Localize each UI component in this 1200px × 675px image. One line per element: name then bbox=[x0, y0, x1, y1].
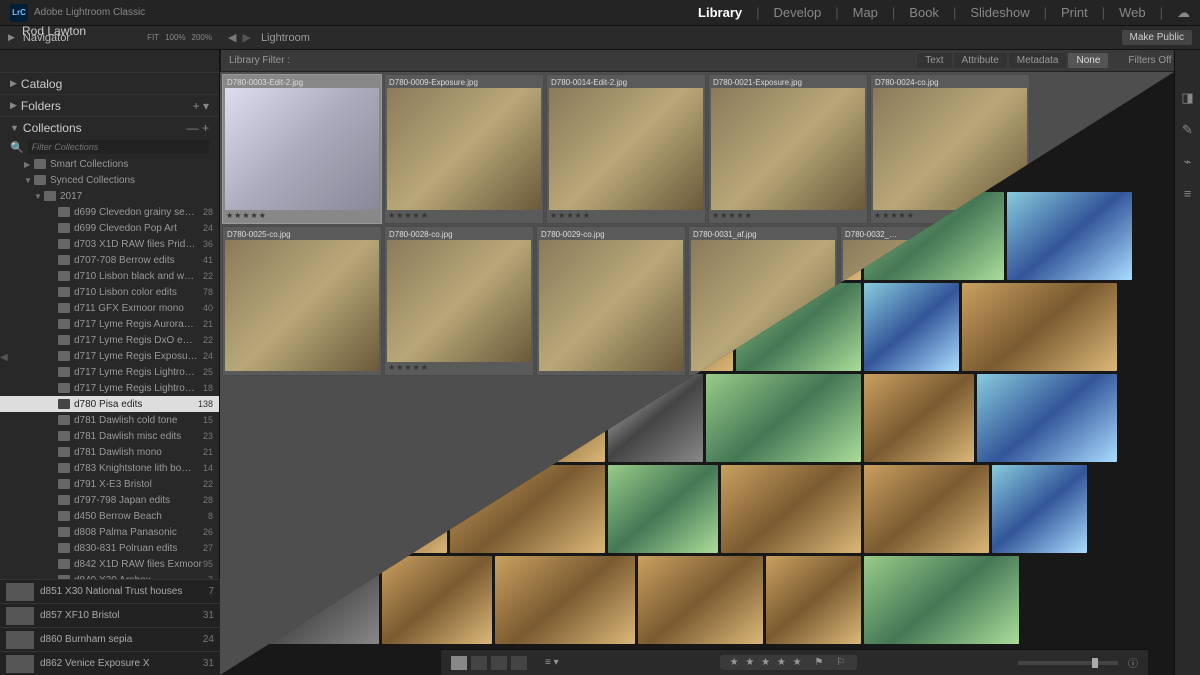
collection-item[interactable]: d781 Dawlish misc edits23 bbox=[0, 428, 219, 444]
info-icon[interactable]: ⓘ bbox=[1128, 655, 1138, 670]
crop-icon[interactable]: ✎ bbox=[1182, 122, 1193, 138]
collection-item[interactable]: d450 Berrow Beach8 bbox=[0, 508, 219, 524]
grid-view[interactable]: D780-0003-Edit-2.jpg★★★★★D780-0009-Expos… bbox=[220, 72, 1174, 675]
module-map[interactable]: Map bbox=[853, 5, 878, 20]
zoom-controls[interactable]: FIT 100% 200% bbox=[147, 33, 212, 42]
right-panel-collapsed[interactable]: ◨ ✎ ⌁ ≡ bbox=[1174, 50, 1200, 675]
compare-view-icon[interactable] bbox=[491, 656, 507, 670]
collection-item[interactable]: d717 Lyme Regis Lightro…25 bbox=[0, 364, 219, 380]
survey-view-icon[interactable] bbox=[511, 656, 527, 670]
histogram-icon[interactable]: ◨ bbox=[1181, 90, 1193, 106]
collection-item[interactable]: d717 Lyme Regis Exposu…24 bbox=[0, 348, 219, 364]
module-develop[interactable]: Develop bbox=[774, 5, 822, 20]
grid-view-icon[interactable] bbox=[451, 656, 467, 670]
filmstrip-collection-row[interactable]: d857 XF10 Bristol31 bbox=[0, 603, 220, 627]
title-bar: LrC Adobe Lightroom Classic Library| Dev… bbox=[0, 0, 1200, 26]
tree-year[interactable]: ▼2017 bbox=[0, 188, 219, 204]
add-folder-icon[interactable]: + ▾ bbox=[193, 99, 209, 113]
grid-cell[interactable]: D780-0025-co.jpg bbox=[222, 226, 382, 376]
thumbnail-size-slider[interactable] bbox=[1018, 661, 1118, 665]
collection-item[interactable]: d797-798 Japan edits28 bbox=[0, 492, 219, 508]
rating-bar[interactable]: ★ ★ ★ ★ ★ ⚑ ⚐ bbox=[720, 655, 857, 670]
app-logo: LrC bbox=[10, 4, 28, 22]
flag-reject-icon[interactable]: ⚐ bbox=[836, 657, 847, 668]
forward-icon[interactable]: ▶ bbox=[242, 31, 250, 44]
filmstrip-collections: d851 X30 National Trust houses7d857 XF10… bbox=[0, 579, 220, 675]
secondary-bar: ▶ Navigator FIT 100% 200% ◀ ▶ Lightroom … bbox=[0, 26, 1200, 50]
collection-item[interactable]: d717 Lyme Regis DxO e…22 bbox=[0, 332, 219, 348]
app-title: Adobe Lightroom Classic bbox=[34, 7, 145, 18]
folders-panel-header[interactable]: ▶Folders+ ▾ bbox=[0, 94, 219, 116]
make-public-button[interactable]: Make Public bbox=[1122, 30, 1192, 45]
filmstrip-collection-row[interactable]: d860 Burnham sepia24 bbox=[0, 627, 220, 651]
grid-toolbar: ≡ ▾ ★ ★ ★ ★ ★ ⚑ ⚐ ⓘ bbox=[441, 649, 1148, 675]
grid-cell[interactable]: D780-0003-Edit-2.jpg★★★★★ bbox=[222, 74, 382, 224]
module-library[interactable]: Library bbox=[698, 5, 742, 20]
collection-item[interactable]: d710 Lisbon black and w…22 bbox=[0, 268, 219, 284]
module-slideshow[interactable]: Slideshow bbox=[970, 5, 1029, 20]
collection-item[interactable]: d781 Dawlish mono21 bbox=[0, 444, 219, 460]
flag-pick-icon[interactable]: ⚑ bbox=[814, 657, 825, 668]
module-picker: Library| Develop| Map| Book| Slideshow| … bbox=[698, 5, 1190, 21]
collections-panel-header[interactable]: ▼Collections— + bbox=[0, 116, 219, 138]
loupe-view-icon[interactable] bbox=[471, 656, 487, 670]
module-book[interactable]: Book bbox=[909, 5, 939, 20]
collection-item[interactable]: d717 Lyme Regis Lightro…18 bbox=[0, 380, 219, 396]
filmstrip-collection-row[interactable]: d862 Venice Exposure X31 bbox=[0, 651, 220, 675]
collection-item[interactable]: d791 X-E3 Bristol22 bbox=[0, 476, 219, 492]
collapse-left-panel-icon[interactable]: ◀ bbox=[0, 338, 10, 378]
breadcrumb[interactable]: Lightroom bbox=[261, 32, 310, 44]
collections-search-input[interactable] bbox=[28, 140, 209, 154]
collection-item[interactable]: d710 Lisbon color edits78 bbox=[0, 284, 219, 300]
collection-item[interactable]: d842 X1D RAW files Exmoor95 bbox=[0, 556, 219, 572]
collection-item[interactable]: d781 Dawlish cold tone15 bbox=[0, 412, 219, 428]
collection-item[interactable]: d830-831 Polruan edits27 bbox=[0, 540, 219, 556]
grid-cell[interactable]: D780-0028-co.jpg★★★★★ bbox=[384, 226, 534, 376]
module-web[interactable]: Web bbox=[1119, 5, 1146, 20]
left-panel: ▶Catalog ▶Folders+ ▾ ▼Collections— + 🔍 ▶… bbox=[0, 50, 220, 675]
metadata-icon[interactable]: ≡ bbox=[1184, 186, 1192, 201]
view-mode-buttons[interactable] bbox=[451, 656, 527, 670]
module-print[interactable]: Print bbox=[1061, 5, 1088, 20]
catalog-panel-header[interactable]: ▶Catalog bbox=[0, 72, 219, 94]
collection-item[interactable]: d699 Clevedon Pop Art24 bbox=[0, 220, 219, 236]
tree-smart-collections[interactable]: ▶Smart Collections bbox=[0, 156, 219, 172]
filmstrip-collection-row[interactable]: d851 X30 National Trust houses7 bbox=[0, 579, 220, 603]
grid-cell[interactable]: D780-0009-Exposure.jpg★★★★★ bbox=[384, 74, 544, 224]
tree-synced-collections[interactable]: ▼Synced Collections bbox=[0, 172, 219, 188]
grid-cell[interactable]: D780-0014-Edit-2.jpg★★★★★ bbox=[546, 74, 706, 224]
search-icon: 🔍 bbox=[10, 141, 24, 154]
cloud-sync-icon[interactable]: ☁ bbox=[1177, 5, 1190, 21]
identity-plate: Rod Lawton bbox=[22, 24, 86, 38]
keywords-icon[interactable]: ⌁ bbox=[1184, 154, 1192, 170]
collection-item[interactable]: d717 Lyme Regis Aurora…21 bbox=[0, 316, 219, 332]
collection-item[interactable]: d783 Knightstone lith bo…14 bbox=[0, 460, 219, 476]
collection-item[interactable]: d703 X1D RAW files Prid…36 bbox=[0, 236, 219, 252]
sort-menu[interactable]: ≡ ▾ bbox=[545, 657, 559, 668]
collection-item[interactable]: d699 Clevedon grainy se…28 bbox=[0, 204, 219, 220]
collection-item[interactable]: d707-708 Berrow edits41 bbox=[0, 252, 219, 268]
collection-item[interactable]: d780 Pisa edits138 bbox=[0, 396, 219, 412]
collection-item[interactable]: d711 GFX Exmoor mono40 bbox=[0, 300, 219, 316]
collection-item[interactable]: d808 Palma Panasonic26 bbox=[0, 524, 219, 540]
grid-cell[interactable]: D780-0029-co.jpg bbox=[536, 226, 686, 376]
back-icon[interactable]: ◀ bbox=[228, 31, 236, 44]
add-collection-icon[interactable]: — + bbox=[187, 121, 209, 135]
navigator-toggle-icon[interactable]: ▶ bbox=[8, 32, 15, 43]
grid-cell[interactable]: D780-0021-Exposure.jpg★★★★★ bbox=[708, 74, 868, 224]
